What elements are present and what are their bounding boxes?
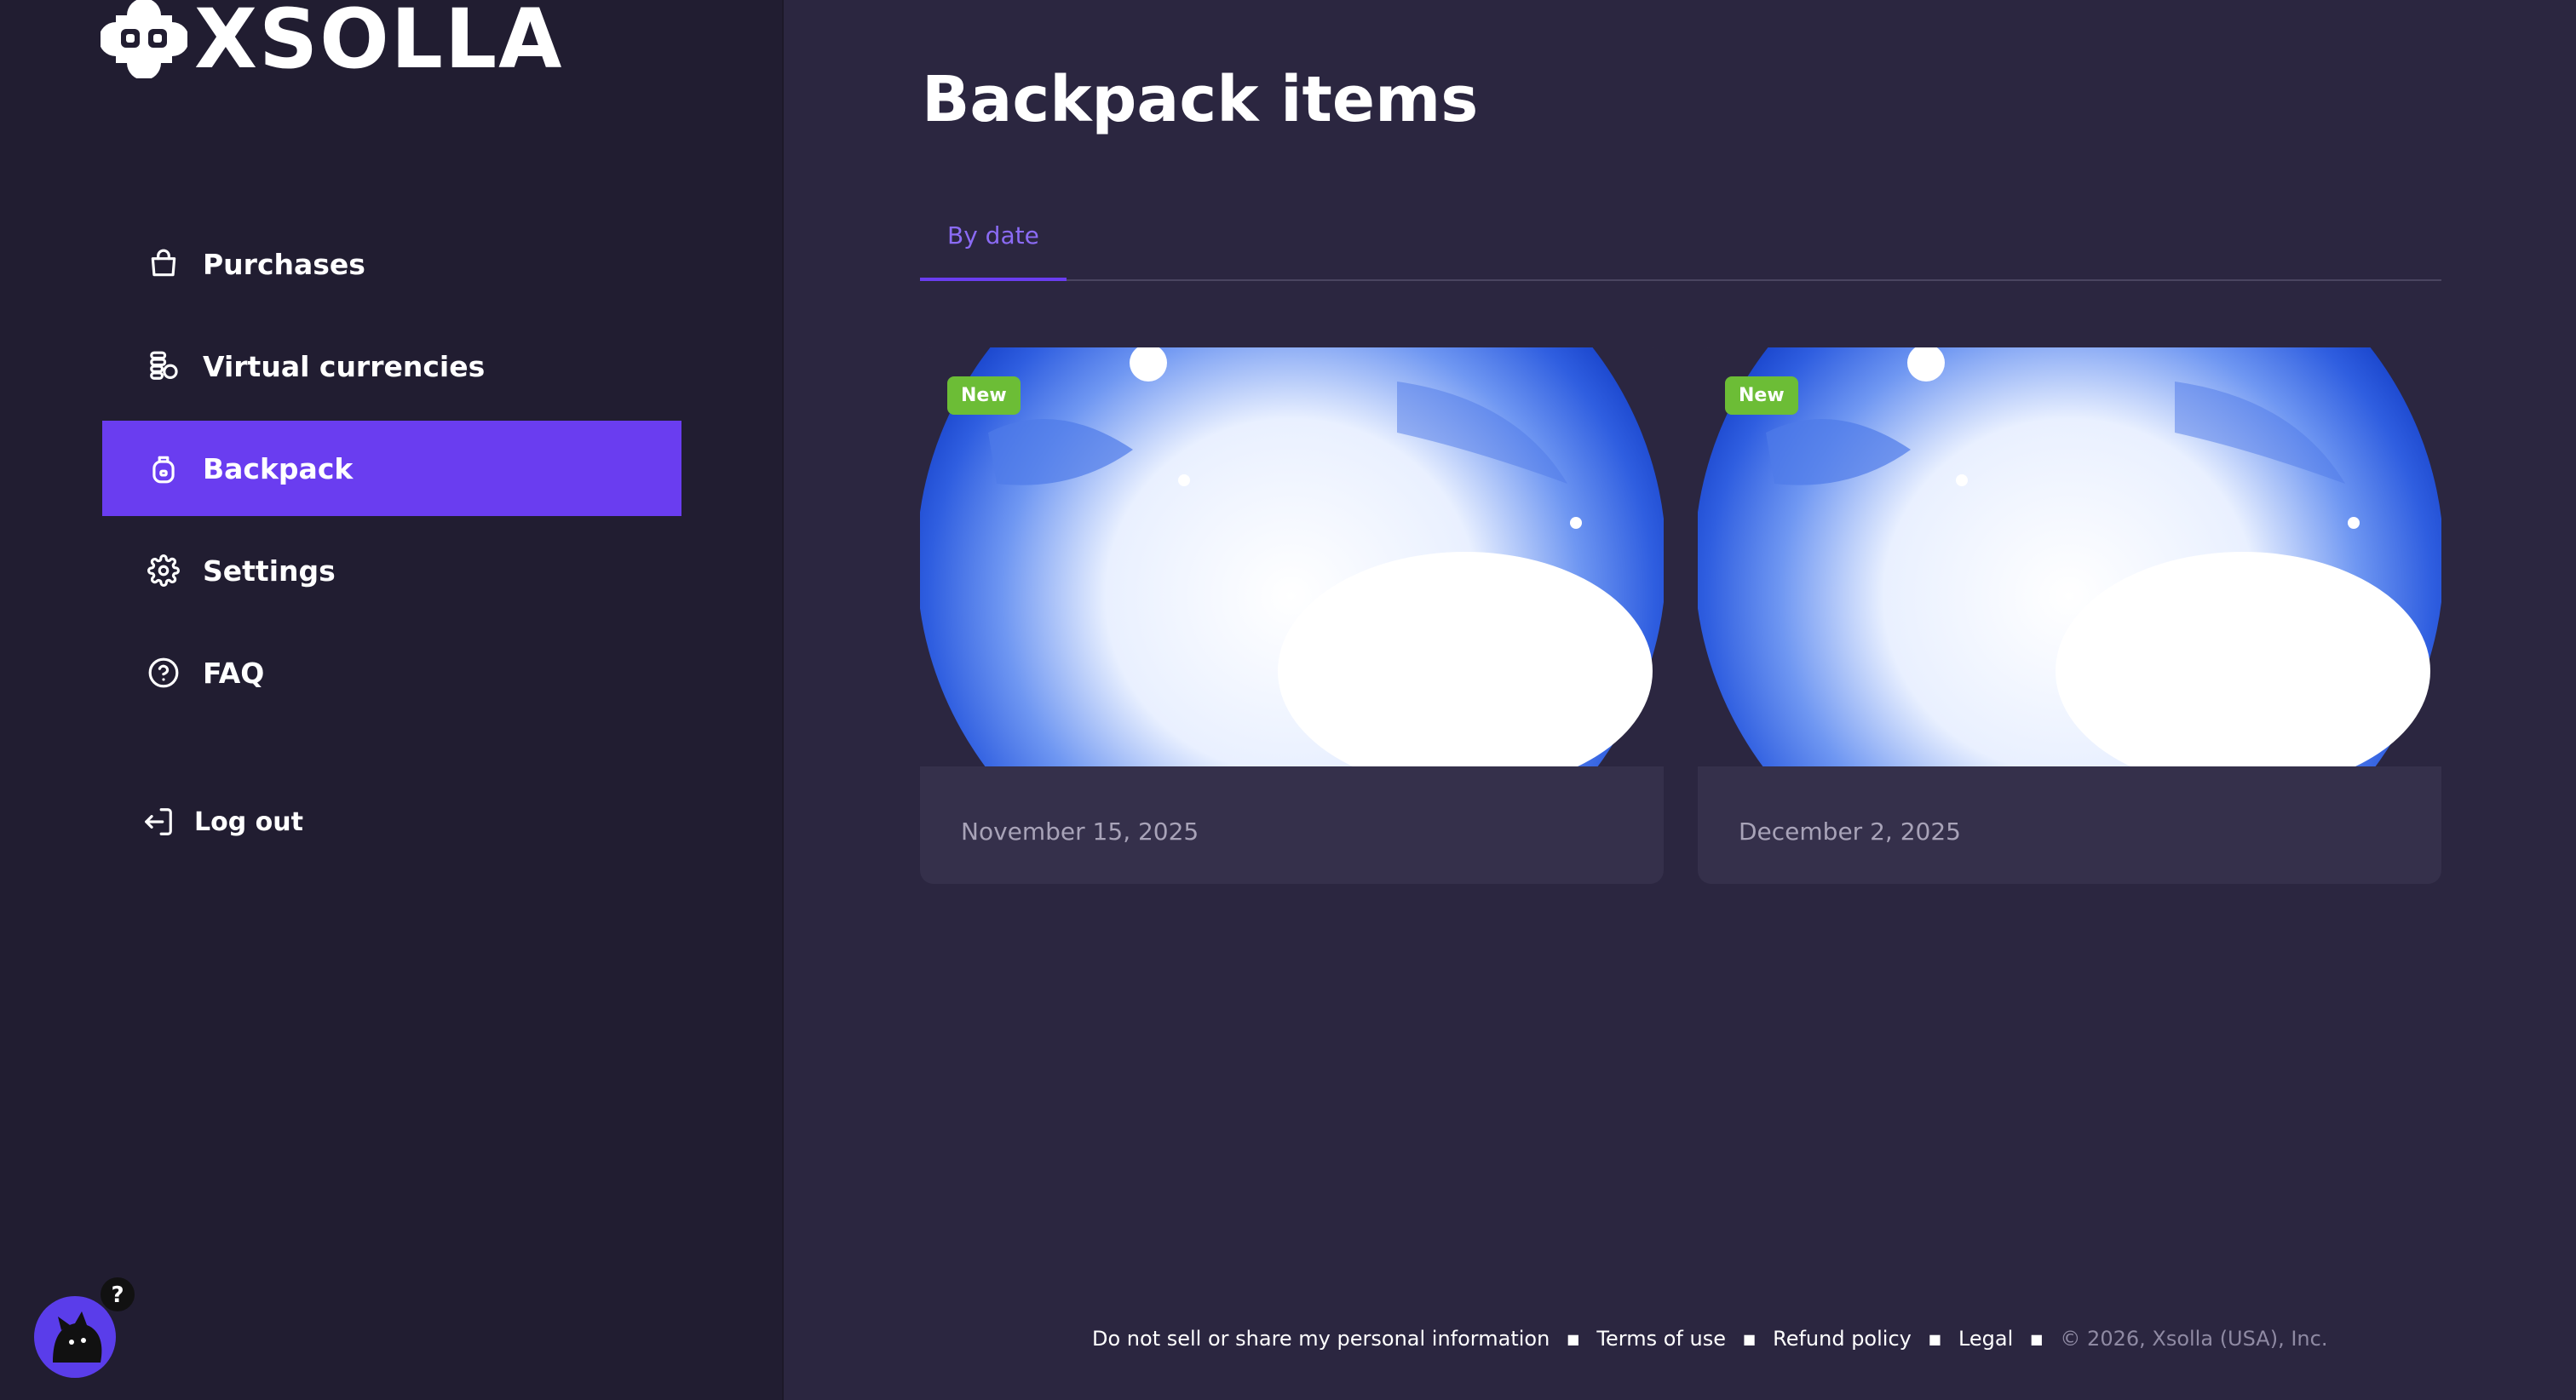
footer-link-legal[interactable]: Legal xyxy=(1958,1327,2013,1351)
gear-icon xyxy=(147,554,181,588)
footer-copyright: © 2026, Xsolla (USA), Inc. xyxy=(2060,1327,2328,1351)
footer-separator: ■ xyxy=(1928,1330,1941,1347)
coins-icon xyxy=(147,349,181,383)
backpack-icon xyxy=(147,451,181,485)
sidebar-item-virtual-currencies[interactable]: Virtual currencies xyxy=(102,318,681,414)
footer-separator: ■ xyxy=(1742,1330,1757,1347)
footer-link-terms[interactable]: Terms of use xyxy=(1596,1327,1726,1351)
backpack-items-grid: New November 15, 2025 New December 2, 20… xyxy=(920,347,2441,884)
xsolla-logo[interactable]: XSOLLA xyxy=(99,0,564,87)
new-badge: New xyxy=(1725,376,1798,415)
sidebar-item-label: Virtual currencies xyxy=(203,349,486,383)
xsolla-logo-icon xyxy=(99,0,189,80)
new-badge: New xyxy=(947,376,1021,415)
sidebar: XSOLLA Purchases Virtual currencies Back… xyxy=(0,0,784,1400)
question-circle-icon xyxy=(147,656,181,690)
logout-icon xyxy=(141,805,175,839)
logout-label: Log out xyxy=(194,806,303,837)
item-image: New xyxy=(920,347,1664,766)
sidebar-nav: Purchases Virtual currencies Backpack Se… xyxy=(102,216,681,727)
sidebar-item-label: Purchases xyxy=(203,247,365,281)
item-date: November 15, 2025 xyxy=(961,818,1199,846)
item-image: New xyxy=(1698,347,2441,766)
sidebar-item-label: FAQ xyxy=(203,656,265,690)
sidebar-item-faq[interactable]: FAQ xyxy=(102,625,681,720)
footer: Do not sell or share my personal informa… xyxy=(1092,1327,2327,1351)
sidebar-item-label: Backpack xyxy=(203,451,354,485)
support-cat-icon[interactable]: ? xyxy=(32,1274,138,1380)
sidebar-item-label: Settings xyxy=(203,554,336,588)
backpack-item-card[interactable]: New November 15, 2025 xyxy=(920,347,1664,884)
backpack-item-card[interactable]: New December 2, 2025 xyxy=(1698,347,2441,884)
sidebar-item-settings[interactable]: Settings xyxy=(102,523,681,618)
sidebar-item-backpack[interactable]: Backpack xyxy=(102,421,681,516)
footer-link-privacy[interactable]: Do not sell or share my personal informa… xyxy=(1092,1327,1550,1351)
main-content: Backpack items By date New November 15, … xyxy=(785,0,2576,1400)
footer-link-refund[interactable]: Refund policy xyxy=(1773,1327,1912,1351)
logout-button[interactable]: Log out xyxy=(141,805,303,839)
page-title: Backpack items xyxy=(922,63,1479,136)
brand-name: XSOLLA xyxy=(194,0,564,87)
footer-separator: ■ xyxy=(1567,1330,1580,1347)
footer-separator: ■ xyxy=(2030,1330,2044,1347)
item-date: December 2, 2025 xyxy=(1739,818,1961,846)
svg-text:?: ? xyxy=(111,1282,124,1308)
sidebar-item-purchases[interactable]: Purchases xyxy=(102,216,681,312)
app-root: XSOLLA Purchases Virtual currencies Back… xyxy=(0,0,2576,1400)
shopping-bag-icon xyxy=(147,247,181,281)
sort-tabs: By date xyxy=(920,213,2441,281)
tab-by-date[interactable]: By date xyxy=(920,213,1067,281)
